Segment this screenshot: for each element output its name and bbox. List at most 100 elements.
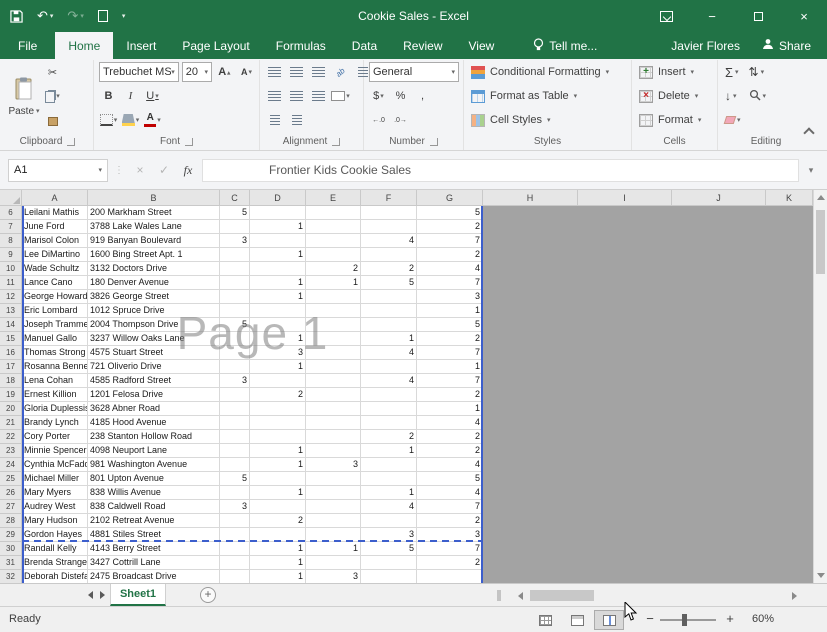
grid-cell[interactable] [578, 542, 672, 556]
grid-cell[interactable] [578, 220, 672, 234]
grid-cell[interactable] [578, 318, 672, 332]
grid-cell[interactable] [766, 276, 813, 290]
grid-cell[interactable]: 2 [417, 430, 483, 444]
grid-cell[interactable] [361, 458, 417, 472]
sheet-nav-left-icon[interactable] [88, 591, 93, 599]
grid-cell[interactable] [483, 416, 578, 430]
row-header-32[interactable]: 32 [0, 570, 22, 583]
grid-cell[interactable] [766, 570, 813, 583]
zoom-in-button[interactable]: + [722, 611, 738, 626]
grid-cell[interactable]: 180 Denver Avenue [88, 276, 220, 290]
font-color-button[interactable]: A ▾ [143, 110, 162, 130]
grid-cell[interactable]: 2 [250, 514, 306, 528]
row-header-10[interactable]: 10 [0, 262, 22, 276]
grid-cell[interactable] [361, 388, 417, 402]
zoom-level[interactable]: 60% [752, 613, 774, 625]
grid-cell[interactable] [766, 486, 813, 500]
increase-font-size-button[interactable]: A ▾ [215, 62, 234, 82]
grid-cell[interactable] [306, 248, 361, 262]
grid-cell[interactable]: 1201 Felosa Drive [88, 388, 220, 402]
grid-cell[interactable] [672, 416, 766, 430]
grid-cell[interactable] [361, 220, 417, 234]
grid-cell[interactable] [220, 276, 250, 290]
grid-cell[interactable] [483, 304, 578, 318]
vertical-scrollbar-thumb[interactable] [816, 210, 825, 274]
clear-button[interactable]: ▾ [723, 108, 743, 132]
grid-cell[interactable] [672, 458, 766, 472]
grid-cell[interactable]: 4 [417, 416, 483, 430]
grid-cell[interactable] [220, 304, 250, 318]
select-all-corner[interactable] [0, 190, 22, 206]
grid-cell[interactable] [766, 430, 813, 444]
grid-cell[interactable]: George Howard [22, 290, 88, 304]
grid-cell[interactable] [220, 458, 250, 472]
grid-cell[interactable] [483, 318, 578, 332]
italic-button[interactable]: I [121, 86, 140, 106]
grid-cell[interactable]: 4 [417, 458, 483, 472]
merge-center-button[interactable]: ▾ [331, 86, 350, 106]
grid-cell[interactable]: 4 [417, 262, 483, 276]
grid-cell[interactable] [306, 318, 361, 332]
row-header-7[interactable]: 7 [0, 220, 22, 234]
column-header-H[interactable]: H [483, 190, 578, 206]
tab-insert[interactable]: Insert [113, 32, 169, 59]
grid-cell[interactable] [672, 528, 766, 542]
grid-cell[interactable] [766, 472, 813, 486]
orientation-button[interactable]: ab [331, 62, 350, 82]
grid-cell[interactable]: 1 [361, 486, 417, 500]
grid-cell[interactable]: 3 [220, 374, 250, 388]
grid-cell[interactable] [220, 360, 250, 374]
fill-color-button[interactable]: ▾ [121, 110, 140, 130]
autosum-button[interactable]: Σ ▾ [723, 60, 743, 84]
grid-cell[interactable] [672, 318, 766, 332]
middle-align-button[interactable] [287, 62, 306, 82]
bold-button[interactable]: B [99, 86, 118, 106]
grid-cell[interactable] [578, 262, 672, 276]
insert-button[interactable]: + Insert ▾ [635, 60, 714, 84]
grid-cell[interactable] [250, 472, 306, 486]
cut-button[interactable]: ✂ [43, 62, 62, 82]
row-header-25[interactable]: 25 [0, 472, 22, 486]
grid-cell[interactable]: Gloria Duplessis [22, 402, 88, 416]
grid-cell[interactable] [306, 472, 361, 486]
grid-cell[interactable] [672, 542, 766, 556]
grid-cell[interactable] [672, 402, 766, 416]
grid-cell[interactable]: 4098 Neuport Lane [88, 444, 220, 458]
grid-cell[interactable] [220, 570, 250, 583]
zoom-slider-thumb[interactable] [682, 614, 687, 626]
grid-cell[interactable]: 838 Caldwell Road [88, 500, 220, 514]
grid-cell[interactable]: Cynthia McFadden [22, 458, 88, 472]
grid-cell[interactable] [672, 346, 766, 360]
grid-cell[interactable] [361, 290, 417, 304]
grid-cell[interactable] [483, 290, 578, 304]
grid-cell[interactable]: 4 [361, 500, 417, 514]
format-button[interactable]: Format ▾ [635, 108, 714, 132]
grid-cell[interactable] [672, 514, 766, 528]
grid-cell[interactable]: Michael Miller [22, 472, 88, 486]
row-header-30[interactable]: 30 [0, 542, 22, 556]
grid-cell[interactable]: 5 [361, 276, 417, 290]
column-header-G[interactable]: G [417, 190, 483, 206]
grid-cell[interactable] [672, 262, 766, 276]
top-align-button[interactable] [265, 62, 284, 82]
grid-cell[interactable] [483, 374, 578, 388]
grid-cell[interactable]: 2 [361, 430, 417, 444]
grid-cell[interactable] [361, 416, 417, 430]
grid-cell[interactable] [250, 304, 306, 318]
grid-cell[interactable]: Brenda Strange [22, 556, 88, 570]
grid-cell[interactable] [361, 360, 417, 374]
grid-cell[interactable]: 1 [250, 444, 306, 458]
grid-cell[interactable] [766, 304, 813, 318]
grid-cell[interactable] [250, 318, 306, 332]
grid-cell[interactable]: 3237 Willow Oaks Lane [88, 332, 220, 346]
grid-cell[interactable] [766, 290, 813, 304]
row-header-28[interactable]: 28 [0, 514, 22, 528]
tell-me[interactable]: Tell me... [533, 32, 597, 59]
grid-cell[interactable] [483, 472, 578, 486]
grid-cell[interactable] [766, 514, 813, 528]
grid-cell[interactable] [766, 556, 813, 570]
grid-cell[interactable] [672, 444, 766, 458]
grid-cell[interactable] [220, 388, 250, 402]
grid-cell[interactable]: 1 [250, 556, 306, 570]
grid-cell[interactable] [306, 304, 361, 318]
